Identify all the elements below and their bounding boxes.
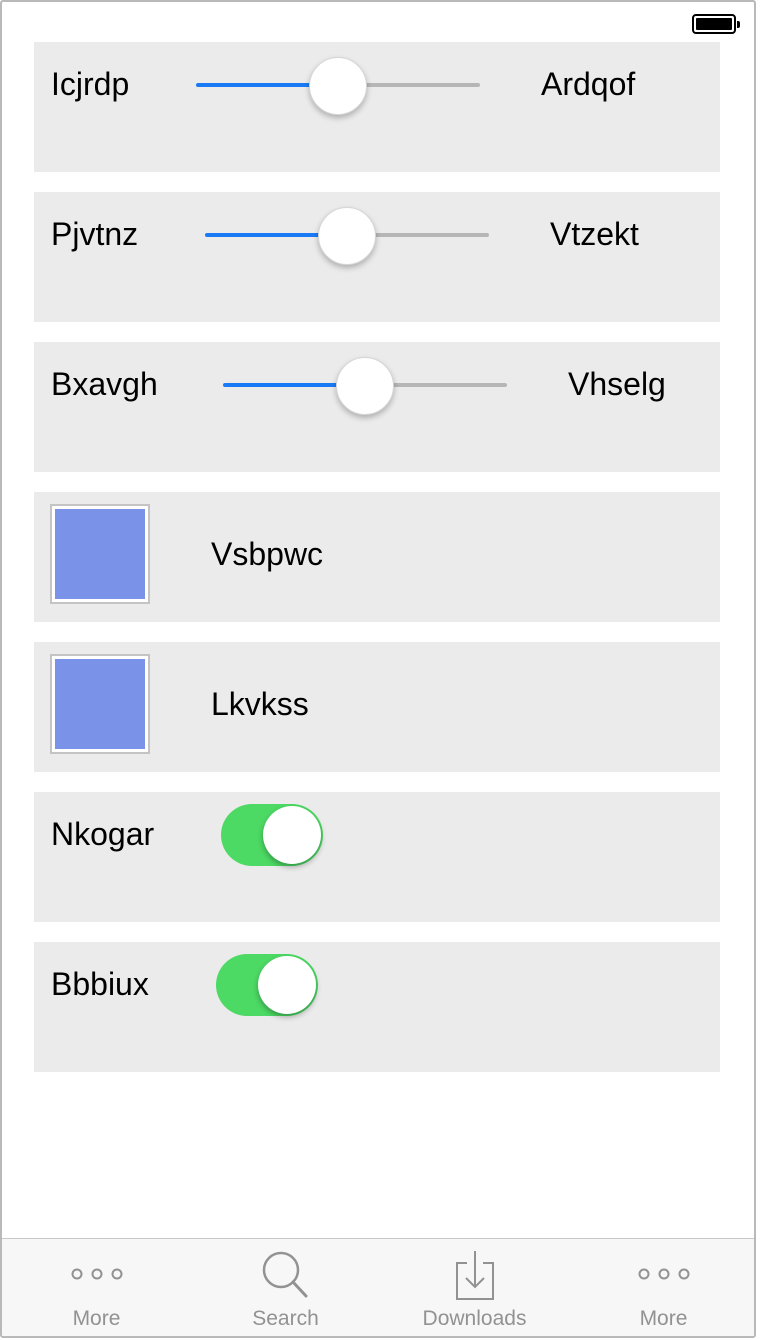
slider-thumb[interactable]: [318, 207, 376, 265]
switch-label: Bbbiux: [51, 966, 149, 1002]
slider-thumb[interactable]: [309, 57, 367, 115]
more-icon: [71, 1268, 122, 1280]
more-icon: [638, 1268, 689, 1280]
switch-knob: [263, 806, 321, 864]
slider-label: Icjrdp: [51, 66, 130, 102]
color-row-lkvkss: Lkvkss: [34, 642, 720, 772]
tab-label: Downloads: [422, 1307, 527, 1330]
toggle-switch[interactable]: [221, 804, 323, 866]
slider[interactable]: [223, 357, 507, 415]
tab-downloads[interactable]: Downloads: [380, 1239, 569, 1336]
tab-bar: More Search Downloads More: [2, 1238, 754, 1336]
tab-search[interactable]: Search: [191, 1239, 380, 1336]
slider-end-label: Vhselg: [568, 366, 666, 402]
slider[interactable]: [205, 207, 489, 265]
color-row-vsbpwc: Vsbpwc: [34, 492, 720, 622]
slider-end-label: Ardqof: [541, 66, 636, 102]
color-swatch[interactable]: [50, 654, 150, 754]
battery-icon: [692, 14, 740, 34]
slider-row-icjrdp: Icjrdp Ardqof: [34, 42, 720, 172]
slider-thumb[interactable]: [336, 357, 394, 415]
slider[interactable]: [196, 57, 480, 115]
search-icon: [262, 1251, 307, 1298]
tab-more-2[interactable]: More: [569, 1239, 754, 1336]
switch-knob: [258, 956, 316, 1014]
tab-label: More: [72, 1307, 121, 1330]
slider-row-pjvtnz: Pjvtnz Vtzekt: [34, 192, 720, 322]
tab-label: More: [639, 1307, 688, 1330]
tab-label: Search: [252, 1307, 319, 1330]
switch-label: Nkogar: [51, 816, 155, 852]
tab-more[interactable]: More: [2, 1239, 191, 1336]
color-swatch[interactable]: [50, 504, 150, 604]
slider-end-label: Vtzekt: [550, 216, 639, 252]
switch-row-bbbiux: Bbbiux: [34, 942, 720, 1072]
slider-label: Bxavgh: [51, 366, 158, 402]
color-label: Lkvkss: [211, 686, 309, 722]
slider-label: Pjvtnz: [51, 216, 139, 252]
color-label: Vsbpwc: [211, 536, 324, 572]
slider-row-bxavgh: Bxavgh Vhselg: [34, 342, 720, 472]
toggle-switch[interactable]: [216, 954, 318, 1016]
downloads-icon: [455, 1251, 494, 1300]
switch-row-nkogar: Nkogar: [34, 792, 720, 922]
app-screen: Icjrdp Ardqof Pjvtnz Vtzekt Bxavgh Vhsel…: [0, 0, 756, 1338]
